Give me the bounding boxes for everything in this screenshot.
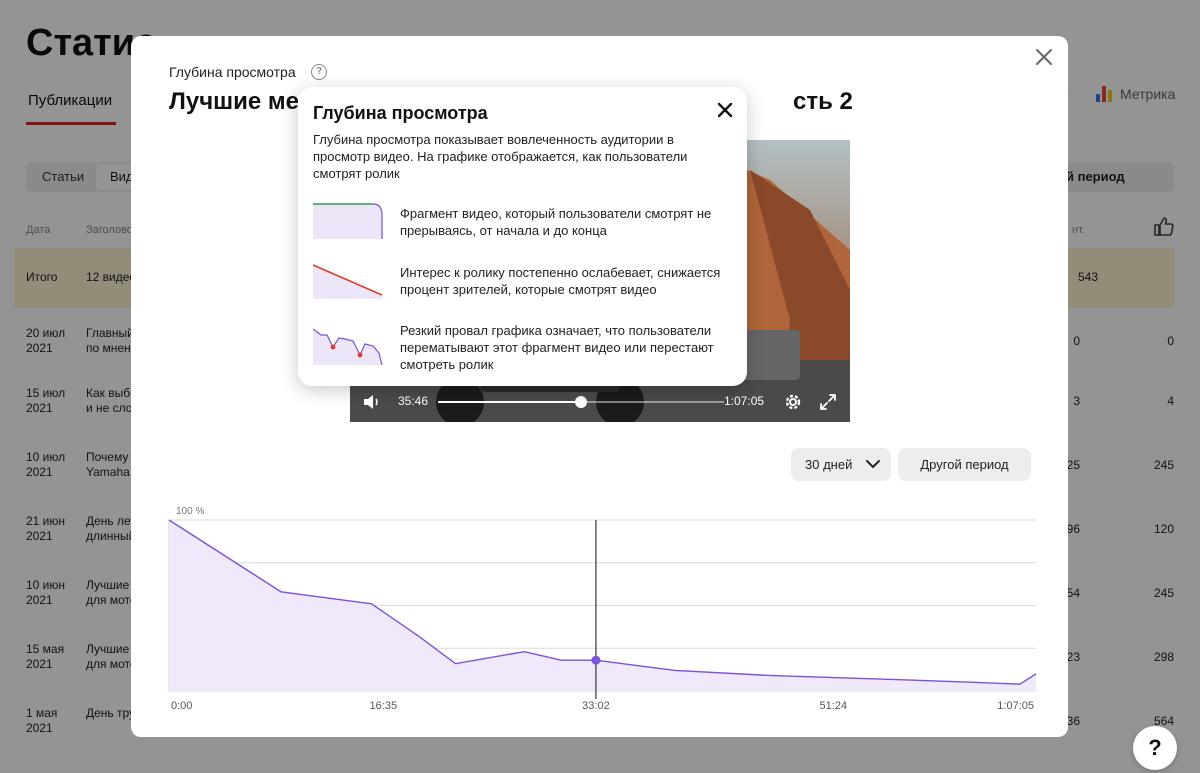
fullscreen-icon[interactable] xyxy=(817,391,839,413)
gear-icon[interactable] xyxy=(782,391,804,413)
flat-line-graph-icon xyxy=(313,203,383,239)
x-tick-label: 51:24 xyxy=(820,700,848,712)
video-progress-bar[interactable] xyxy=(438,396,724,408)
period-select[interactable]: 30 дней xyxy=(791,448,891,481)
chart-cursor-point[interactable] xyxy=(591,655,601,665)
modal-heading-start: Лучшие ме xyxy=(169,88,299,115)
video-progress-handle[interactable] xyxy=(575,396,587,408)
tooltip-item-text: Фрагмент видео, который пользователи смо… xyxy=(400,206,712,238)
video-controls: 35:46 1:07:05 xyxy=(350,382,850,422)
y-tick-label: 100 % xyxy=(176,506,204,517)
tooltip-description: Глубина просмотра показывает вовлеченнос… xyxy=(313,132,688,181)
modal-heading-end: сть 2 xyxy=(793,88,853,115)
watch-depth-chart[interactable]: 100 %75 %50 %25 %0 %0:0016:3533:0251:241… xyxy=(131,496,1068,726)
help-button[interactable]: ? xyxy=(1133,726,1177,770)
other-period-button[interactable]: Другой период xyxy=(898,448,1031,481)
period-select-value: 30 дней xyxy=(805,457,853,472)
modal-subtitle: Глубина просмотра xyxy=(169,64,296,80)
x-tick-label: 1:07:05 xyxy=(997,700,1034,712)
tooltip-title: Глубина просмотра xyxy=(313,103,488,123)
close-icon[interactable] xyxy=(1033,46,1055,68)
declining-line-graph-icon xyxy=(313,264,383,299)
tooltip-item-text: Интерес к ролику постепенно ослабевает, … xyxy=(400,265,721,297)
x-tick-label: 33:02 xyxy=(582,700,610,712)
close-icon[interactable] xyxy=(716,101,734,119)
question-circle-icon[interactable]: ? xyxy=(311,64,327,80)
chevron-down-icon xyxy=(866,460,880,469)
dip-graph-icon xyxy=(313,328,383,365)
video-current-time: 35:46 xyxy=(398,394,429,408)
x-tick-label: 16:35 xyxy=(370,700,398,712)
video-total-time: 1:07:05 xyxy=(724,394,765,408)
tooltip-item-text: Резкий провал графика означает, что поль… xyxy=(400,323,714,372)
watch-depth-tooltip: Глубина просмотра Глубина просмотра пока… xyxy=(298,87,747,386)
video-progress-fill xyxy=(438,401,581,403)
volume-icon[interactable] xyxy=(362,392,382,412)
x-tick-label: 0:00 xyxy=(171,700,192,712)
